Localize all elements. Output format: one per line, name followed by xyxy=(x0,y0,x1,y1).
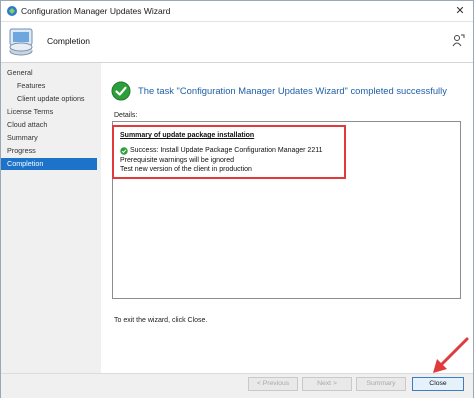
details-label: Details: xyxy=(114,112,138,119)
help-person-icon[interactable] xyxy=(451,34,465,48)
success-check-icon xyxy=(111,81,131,101)
nav-item-features[interactable]: Features xyxy=(1,80,97,92)
next-button[interactable]: Next > xyxy=(302,377,352,391)
wizard-header: Completion xyxy=(1,22,473,63)
nav-item-completion[interactable]: Completion xyxy=(1,158,97,170)
close-window-icon[interactable]: ✕ xyxy=(453,4,467,18)
wizard-window: Configuration Manager Updates Wizard ✕ C… xyxy=(0,0,474,398)
computer-drive-icon xyxy=(9,28,33,56)
app-icon xyxy=(7,6,17,16)
annotation-highlight-box xyxy=(112,125,346,179)
page-title: Completion xyxy=(47,36,90,46)
nav-item-progress[interactable]: Progress xyxy=(1,145,97,157)
nav-item-general[interactable]: General xyxy=(1,67,97,79)
title-bar: Configuration Manager Updates Wizard ✕ xyxy=(1,1,473,22)
nav-item-cloud-attach[interactable]: Cloud attach xyxy=(1,119,97,131)
previous-button[interactable]: < Previous xyxy=(248,377,298,391)
exit-instructions: To exit the wizard, click Close. xyxy=(114,317,208,324)
annotation-arrow xyxy=(433,337,469,373)
nav-item-summary[interactable]: Summary xyxy=(1,132,97,144)
window-title: Configuration Manager Updates Wizard xyxy=(21,6,171,16)
close-button[interactable]: Close xyxy=(412,377,464,391)
nav-item-client-update-options[interactable]: Client update options xyxy=(1,93,97,105)
summary-button[interactable]: Summary xyxy=(356,377,406,391)
status-message: The task "Configuration Manager Updates … xyxy=(138,85,447,96)
nav-item-license-terms[interactable]: License Terms xyxy=(1,106,97,118)
